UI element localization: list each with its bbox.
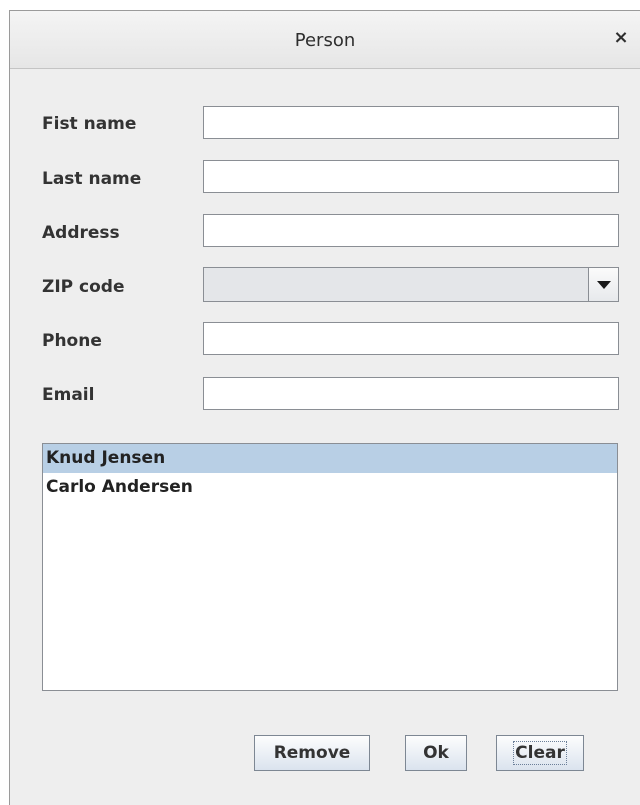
zip-code-label: ZIP code <box>42 277 125 297</box>
person-list[interactable]: Knud Jensen Carlo Andersen <box>42 443 618 691</box>
person-dialog: Person × Fist name Last name Address ZIP… <box>9 10 640 805</box>
title-bar[interactable]: Person × <box>10 11 640 69</box>
remove-button-label: Remove <box>273 743 351 763</box>
email-label: Email <box>42 385 95 405</box>
remove-button[interactable]: Remove <box>254 735 370 771</box>
last-name-field[interactable] <box>203 160 619 193</box>
ok-button-label: Ok <box>423 743 449 763</box>
clear-button[interactable]: Clear <box>496 735 584 771</box>
chevron-down-icon <box>597 281 611 289</box>
zip-code-combobox[interactable] <box>203 267 619 302</box>
list-item[interactable]: Carlo Andersen <box>43 473 617 502</box>
window-title: Person <box>294 30 356 51</box>
clear-button-label: Clear <box>513 741 567 765</box>
first-name-field[interactable] <box>203 106 619 139</box>
phone-label: Phone <box>42 331 102 351</box>
zip-code-dropdown-button[interactable] <box>588 268 618 301</box>
address-field[interactable] <box>203 214 619 247</box>
last-name-label: Last name <box>42 169 142 189</box>
address-label: Address <box>42 223 120 243</box>
first-name-label: Fist name <box>42 114 137 134</box>
ok-button[interactable]: Ok <box>405 735 467 771</box>
email-field[interactable] <box>203 377 619 410</box>
list-item[interactable]: Knud Jensen <box>43 444 617 473</box>
phone-field[interactable] <box>203 322 619 355</box>
close-icon[interactable]: × <box>612 29 630 47</box>
